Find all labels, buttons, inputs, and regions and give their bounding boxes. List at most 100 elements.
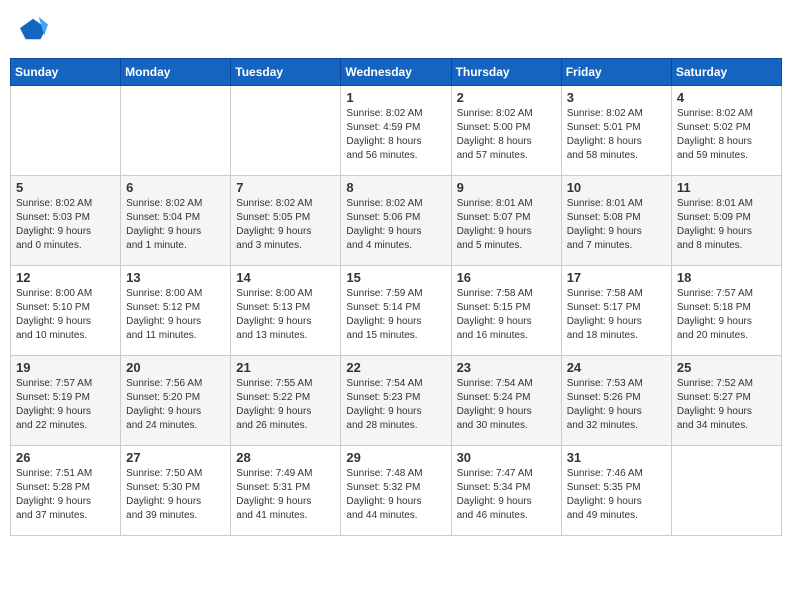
- day-info: Sunrise: 7:47 AM Sunset: 5:34 PM Dayligh…: [457, 467, 556, 523]
- day-info: Sunrise: 8:01 AM Sunset: 5:07 PM Dayligh…: [457, 197, 556, 253]
- day-number: 31: [567, 450, 666, 465]
- day-info: Sunrise: 8:02 AM Sunset: 5:06 PM Dayligh…: [346, 197, 445, 253]
- day-info: Sunrise: 7:52 AM Sunset: 5:27 PM Dayligh…: [677, 377, 776, 433]
- day-number: 8: [346, 180, 445, 195]
- day-info: Sunrise: 8:01 AM Sunset: 5:08 PM Dayligh…: [567, 197, 666, 253]
- day-info: Sunrise: 7:54 AM Sunset: 5:24 PM Dayligh…: [457, 377, 556, 433]
- day-info: Sunrise: 7:48 AM Sunset: 5:32 PM Dayligh…: [346, 467, 445, 523]
- calendar-day-27: 27 Sunrise: 7:50 AM Sunset: 5:30 PM Dayli…: [121, 446, 231, 536]
- day-info: Sunrise: 8:02 AM Sunset: 4:59 PM Dayligh…: [346, 107, 445, 163]
- day-number: 16: [457, 270, 556, 285]
- calendar-day-24: 24 Sunrise: 7:53 AM Sunset: 5:26 PM Dayli…: [561, 356, 671, 446]
- calendar-day-9: 9 Sunrise: 8:01 AM Sunset: 5:07 PM Daylig…: [451, 176, 561, 266]
- day-number: 11: [677, 180, 776, 195]
- day-info: Sunrise: 8:02 AM Sunset: 5:04 PM Dayligh…: [126, 197, 225, 253]
- day-info: Sunrise: 8:00 AM Sunset: 5:13 PM Dayligh…: [236, 287, 335, 343]
- calendar-day-12: 12 Sunrise: 8:00 AM Sunset: 5:10 PM Dayli…: [11, 266, 121, 356]
- day-info: Sunrise: 7:58 AM Sunset: 5:15 PM Dayligh…: [457, 287, 556, 343]
- calendar-day-29: 29Sunrise: 7:48 AM Sunset: 5:32 PM Dayli…: [341, 446, 451, 536]
- calendar-day-3: 3 Sunrise: 8:02 AM Sunset: 5:01 PM Daylig…: [561, 86, 671, 176]
- day-info: Sunrise: 8:02 AM Sunset: 5:01 PM Dayligh…: [567, 107, 666, 163]
- day-number: 20: [126, 360, 225, 375]
- day-number: 22: [346, 360, 445, 375]
- day-number: 3: [567, 90, 666, 105]
- day-info: Sunrise: 7:51 AM Sunset: 5:28 PM Dayligh…: [16, 467, 115, 523]
- day-header-wednesday: Wednesday: [341, 59, 451, 86]
- day-number: 9: [457, 180, 556, 195]
- day-info: Sunrise: 7:46 AM Sunset: 5:35 PM Dayligh…: [567, 467, 666, 523]
- day-number: 28: [236, 450, 335, 465]
- calendar-day-15: 15 Sunrise: 7:59 AM Sunset: 5:14 PM Dayli…: [341, 266, 451, 356]
- day-number: 2: [457, 90, 556, 105]
- day-info: Sunrise: 7:57 AM Sunset: 5:18 PM Dayligh…: [677, 287, 776, 343]
- calendar-day-5: 5 Sunrise: 8:02 AM Sunset: 5:03 PM Daylig…: [11, 176, 121, 266]
- calendar-empty-cell: [231, 86, 341, 176]
- day-number: 23: [457, 360, 556, 375]
- day-info: Sunrise: 8:00 AM Sunset: 5:10 PM Dayligh…: [16, 287, 115, 343]
- day-header-saturday: Saturday: [671, 59, 781, 86]
- calendar-week-row: 26 Sunrise: 7:51 AM Sunset: 5:28 PM Dayli…: [11, 446, 782, 536]
- day-info: Sunrise: 7:53 AM Sunset: 5:26 PM Dayligh…: [567, 377, 666, 433]
- calendar-day-25: 25 Sunrise: 7:52 AM Sunset: 5:27 PM Dayli…: [671, 356, 781, 446]
- day-number: 25: [677, 360, 776, 375]
- day-number: 15: [346, 270, 445, 285]
- day-info: Sunrise: 7:49 AM Sunset: 5:31 PM Dayligh…: [236, 467, 335, 523]
- calendar-day-7: 7Sunrise: 8:02 AM Sunset: 5:05 PM Daylig…: [231, 176, 341, 266]
- day-info: Sunrise: 8:00 AM Sunset: 5:12 PM Dayligh…: [126, 287, 225, 343]
- day-number: 5: [16, 180, 115, 195]
- day-number: 4: [677, 90, 776, 105]
- calendar-day-18: 18 Sunrise: 7:57 AM Sunset: 5:18 PM Dayli…: [671, 266, 781, 356]
- calendar-day-11: 11 Sunrise: 8:01 AM Sunset: 5:09 PM Dayli…: [671, 176, 781, 266]
- day-info: Sunrise: 7:59 AM Sunset: 5:14 PM Dayligh…: [346, 287, 445, 343]
- calendar-day-2: 2Sunrise: 8:02 AM Sunset: 5:00 PM Daylig…: [451, 86, 561, 176]
- day-number: 13: [126, 270, 225, 285]
- day-info: Sunrise: 8:02 AM Sunset: 5:03 PM Dayligh…: [16, 197, 115, 253]
- day-number: 27: [126, 450, 225, 465]
- day-header-thursday: Thursday: [451, 59, 561, 86]
- day-header-monday: Monday: [121, 59, 231, 86]
- calendar-day-20: 20 Sunrise: 7:56 AM Sunset: 5:20 PM Dayli…: [121, 356, 231, 446]
- day-number: 24: [567, 360, 666, 375]
- day-number: 17: [567, 270, 666, 285]
- page-header: [10, 10, 782, 48]
- calendar-day-31: 31 Sunrise: 7:46 AM Sunset: 5:35 PM Dayli…: [561, 446, 671, 536]
- day-header-sunday: Sunday: [11, 59, 121, 86]
- calendar-day-10: 10 Sunrise: 8:01 AM Sunset: 5:08 PM Dayli…: [561, 176, 671, 266]
- day-number: 21: [236, 360, 335, 375]
- calendar-day-4: 4Sunrise: 8:02 AM Sunset: 5:02 PM Daylig…: [671, 86, 781, 176]
- calendar-empty-cell: [11, 86, 121, 176]
- day-number: 26: [16, 450, 115, 465]
- calendar-header-row: SundayMondayTuesdayWednesdayThursdayFrid…: [11, 59, 782, 86]
- calendar-day-30: 30 Sunrise: 7:47 AM Sunset: 5:34 PM Dayli…: [451, 446, 561, 536]
- calendar-day-13: 13 Sunrise: 8:00 AM Sunset: 5:12 PM Dayli…: [121, 266, 231, 356]
- calendar-week-row: 12 Sunrise: 8:00 AM Sunset: 5:10 PM Dayli…: [11, 266, 782, 356]
- logo: [20, 15, 52, 43]
- day-info: Sunrise: 7:50 AM Sunset: 5:30 PM Dayligh…: [126, 467, 225, 523]
- calendar-day-28: 28 Sunrise: 7:49 AM Sunset: 5:31 PM Dayli…: [231, 446, 341, 536]
- day-info: Sunrise: 8:02 AM Sunset: 5:05 PM Dayligh…: [236, 197, 335, 253]
- day-info: Sunrise: 7:54 AM Sunset: 5:23 PM Dayligh…: [346, 377, 445, 433]
- day-number: 19: [16, 360, 115, 375]
- day-info: Sunrise: 7:56 AM Sunset: 5:20 PM Dayligh…: [126, 377, 225, 433]
- calendar-empty-cell: [121, 86, 231, 176]
- day-number: 6: [126, 180, 225, 195]
- day-info: Sunrise: 7:57 AM Sunset: 5:19 PM Dayligh…: [16, 377, 115, 433]
- day-info: Sunrise: 8:01 AM Sunset: 5:09 PM Dayligh…: [677, 197, 776, 253]
- calendar-day-1: 1 Sunrise: 8:02 AM Sunset: 4:59 PM Daylig…: [341, 86, 451, 176]
- day-info: Sunrise: 7:55 AM Sunset: 5:22 PM Dayligh…: [236, 377, 335, 433]
- day-number: 12: [16, 270, 115, 285]
- day-number: 10: [567, 180, 666, 195]
- calendar-week-row: 19 Sunrise: 7:57 AM Sunset: 5:19 PM Dayli…: [11, 356, 782, 446]
- calendar-week-row: 1 Sunrise: 8:02 AM Sunset: 4:59 PM Daylig…: [11, 86, 782, 176]
- calendar-day-19: 19 Sunrise: 7:57 AM Sunset: 5:19 PM Dayli…: [11, 356, 121, 446]
- day-info: Sunrise: 7:58 AM Sunset: 5:17 PM Dayligh…: [567, 287, 666, 343]
- day-number: 14: [236, 270, 335, 285]
- calendar-day-23: 23 Sunrise: 7:54 AM Sunset: 5:24 PM Dayli…: [451, 356, 561, 446]
- calendar-day-17: 17 Sunrise: 7:58 AM Sunset: 5:17 PM Dayli…: [561, 266, 671, 356]
- day-number: 1: [346, 90, 445, 105]
- calendar-day-6: 6 Sunrise: 8:02 AM Sunset: 5:04 PM Daylig…: [121, 176, 231, 266]
- calendar-table: SundayMondayTuesdayWednesdayThursdayFrid…: [10, 58, 782, 536]
- day-number: 30: [457, 450, 556, 465]
- day-number: 18: [677, 270, 776, 285]
- day-header-friday: Friday: [561, 59, 671, 86]
